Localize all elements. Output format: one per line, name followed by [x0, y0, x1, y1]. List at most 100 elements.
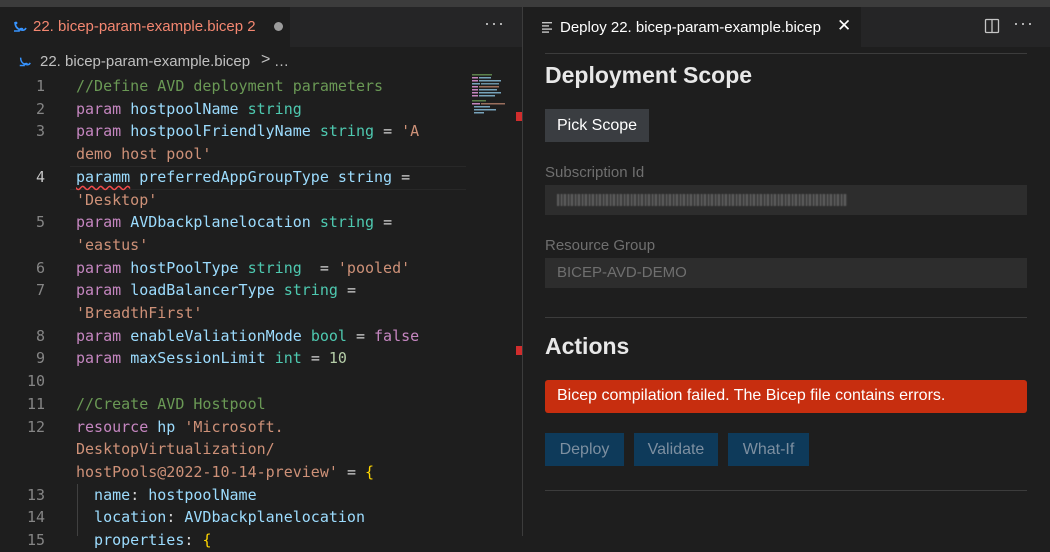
code-text: param loadBalancerType string = [76, 279, 356, 302]
validate-button[interactable]: Validate [634, 433, 718, 466]
what-if-button[interactable]: What-If [728, 433, 809, 466]
code-text: 'BreadthFirst' [76, 302, 202, 325]
code-text: hostPools@2022-10-14-preview' = { [76, 461, 374, 484]
code-token: 'Microsoft. [184, 417, 284, 436]
code-text: name: hostpoolName [76, 484, 257, 507]
code-token: bool [310, 326, 356, 345]
code-token: hostpoolName [148, 485, 257, 504]
code-token: DesktopVirtualization/ [76, 440, 275, 459]
code-line[interactable]: 9 param maxSessionLimit int = 10 [0, 347, 470, 370]
line-number: 11 [26, 394, 45, 413]
code-editor: 22. bicep-param-example.bicep 2 ··· 22. … [0, 7, 522, 549]
bicep-file-icon [19, 57, 31, 67]
code-token: string [319, 213, 384, 232]
code-line[interactable]: 1 //Define AVD deployment parameters [0, 75, 470, 98]
code-token: : [184, 531, 203, 549]
subscription-field[interactable] [545, 185, 1027, 215]
code-line[interactable]: 14 location: AVDbackplanelocation [0, 506, 470, 529]
code-token: //Define AVD deployment parameters [76, 77, 384, 95]
code-token: hostPools@2022-10-14-preview' [76, 462, 347, 481]
breadcrumb-symbols[interactable]: … [274, 53, 289, 70]
modified-dot-icon[interactable] [274, 22, 283, 31]
more-actions-icon[interactable]: ··· [484, 13, 505, 34]
code-token: = [401, 167, 411, 186]
code-line[interactable]: 5 param AVDbackplanelocation string = [0, 211, 470, 234]
bicep-file-icon [14, 21, 27, 32]
pick-scope-button[interactable]: Pick Scope [545, 109, 649, 142]
line-number: 6 [35, 258, 45, 277]
indent-guide [77, 484, 78, 536]
code-line[interactable]: hostPools@2022-10-14-preview' = { [0, 461, 470, 484]
minimap[interactable] [472, 73, 510, 117]
code-token: preferredAppGroupType [130, 167, 338, 186]
code-line[interactable]: 6 param hostPoolType string = 'pooled' [0, 257, 470, 280]
line-number: 13 [26, 485, 45, 504]
code-line[interactable]: 12 resource hp 'Microsoft. [0, 416, 470, 439]
code-token: properties [76, 531, 185, 549]
code-text: properties: { [76, 529, 211, 552]
code-line[interactable]: 8 param enableValiationMode bool = false [0, 325, 470, 348]
code-token: demo host pool' [76, 145, 212, 164]
code-token: param [76, 99, 131, 118]
code-token: string [247, 258, 320, 277]
code-token: 'A [401, 122, 420, 141]
code-line[interactable]: 11 //Create AVD Hostpool [0, 393, 470, 416]
resource-group-field[interactable]: BICEP-AVD-DEMO [545, 258, 1027, 288]
split-editor-icon[interactable] [984, 18, 1000, 34]
line-number: 9 [35, 349, 45, 368]
deploy-tab-title: Deploy 22. bicep-param-example.bicep [560, 19, 821, 36]
code-token: paramm [76, 167, 131, 186]
code-token: param [76, 281, 131, 300]
more-actions-icon[interactable]: ··· [1013, 13, 1034, 34]
line-number: 10 [26, 372, 45, 391]
divider [545, 53, 1027, 54]
code-token: 'pooled' [337, 258, 411, 277]
code-line[interactable]: 2 param hostpoolName string [0, 98, 470, 121]
code-line[interactable]: 'BreadthFirst' [0, 302, 470, 325]
code-text: param hostpoolName string [76, 98, 302, 121]
editor-tab[interactable]: 22. bicep-param-example.bicep 2 [0, 7, 290, 47]
code-text: param enableValiationMode bool = false [76, 325, 419, 348]
redacted-subscription [557, 194, 847, 206]
line-number: 14 [26, 508, 45, 527]
subscription-label: Subscription Id [545, 164, 645, 181]
code-token: false [374, 326, 420, 345]
deploy-button[interactable]: Deploy [545, 433, 624, 466]
code-line[interactable]: 'eastus' [0, 234, 470, 257]
code-line[interactable]: 15 properties: { [0, 529, 470, 552]
line-number: 4 [35, 167, 45, 186]
code-token: //Create AVD Hostpool [76, 394, 266, 413]
code-line[interactable]: 'Desktop' [0, 189, 470, 212]
code-token: hostpoolName [130, 99, 248, 118]
code-line[interactable]: 7 param loadBalancerType string = [0, 279, 470, 302]
code-line[interactable]: demo host pool' [0, 143, 470, 166]
line-number: 15 [26, 531, 45, 549]
code-line[interactable]: DesktopVirtualization/ [0, 438, 470, 461]
code-token: 10 [328, 349, 347, 368]
code-line[interactable]: 13 name: hostpoolName [0, 484, 470, 507]
divider [545, 317, 1027, 318]
code-line[interactable]: 10 [0, 370, 470, 393]
code-token: int [274, 349, 311, 368]
code-line[interactable]: 4 paramm preferredAppGroupType string = [0, 166, 470, 189]
code-token: 'eastus' [76, 235, 149, 254]
code-token: : [166, 508, 185, 527]
deploy-tab[interactable]: Deploy 22. bicep-param-example.bicep ✕ [523, 7, 861, 47]
code-token: { [202, 531, 212, 549]
breadcrumb-file[interactable]: 22. bicep-param-example.bicep [40, 53, 250, 70]
resource-group-label: Resource Group [545, 237, 656, 254]
code-token: param [76, 326, 131, 345]
close-icon[interactable]: ✕ [837, 16, 851, 36]
deploy-form: Deployment Scope Pick Scope Subscription… [523, 47, 1050, 536]
code-token: loadBalancerType [130, 281, 284, 300]
line-number: 5 [35, 213, 45, 232]
code-token: string [319, 122, 384, 141]
code-token: AVDbackplanelocation [130, 213, 320, 232]
breadcrumb: 22. bicep-param-example.bicep > … [0, 47, 522, 75]
divider [545, 490, 1027, 491]
code-text: location: AVDbackplanelocation [76, 506, 365, 529]
code-token: = [310, 349, 329, 368]
code-line[interactable]: 3 param hostpoolFriendlyName string = 'A [0, 120, 470, 143]
code-token: string [283, 281, 347, 300]
breadcrumb-separator: > [261, 51, 271, 68]
